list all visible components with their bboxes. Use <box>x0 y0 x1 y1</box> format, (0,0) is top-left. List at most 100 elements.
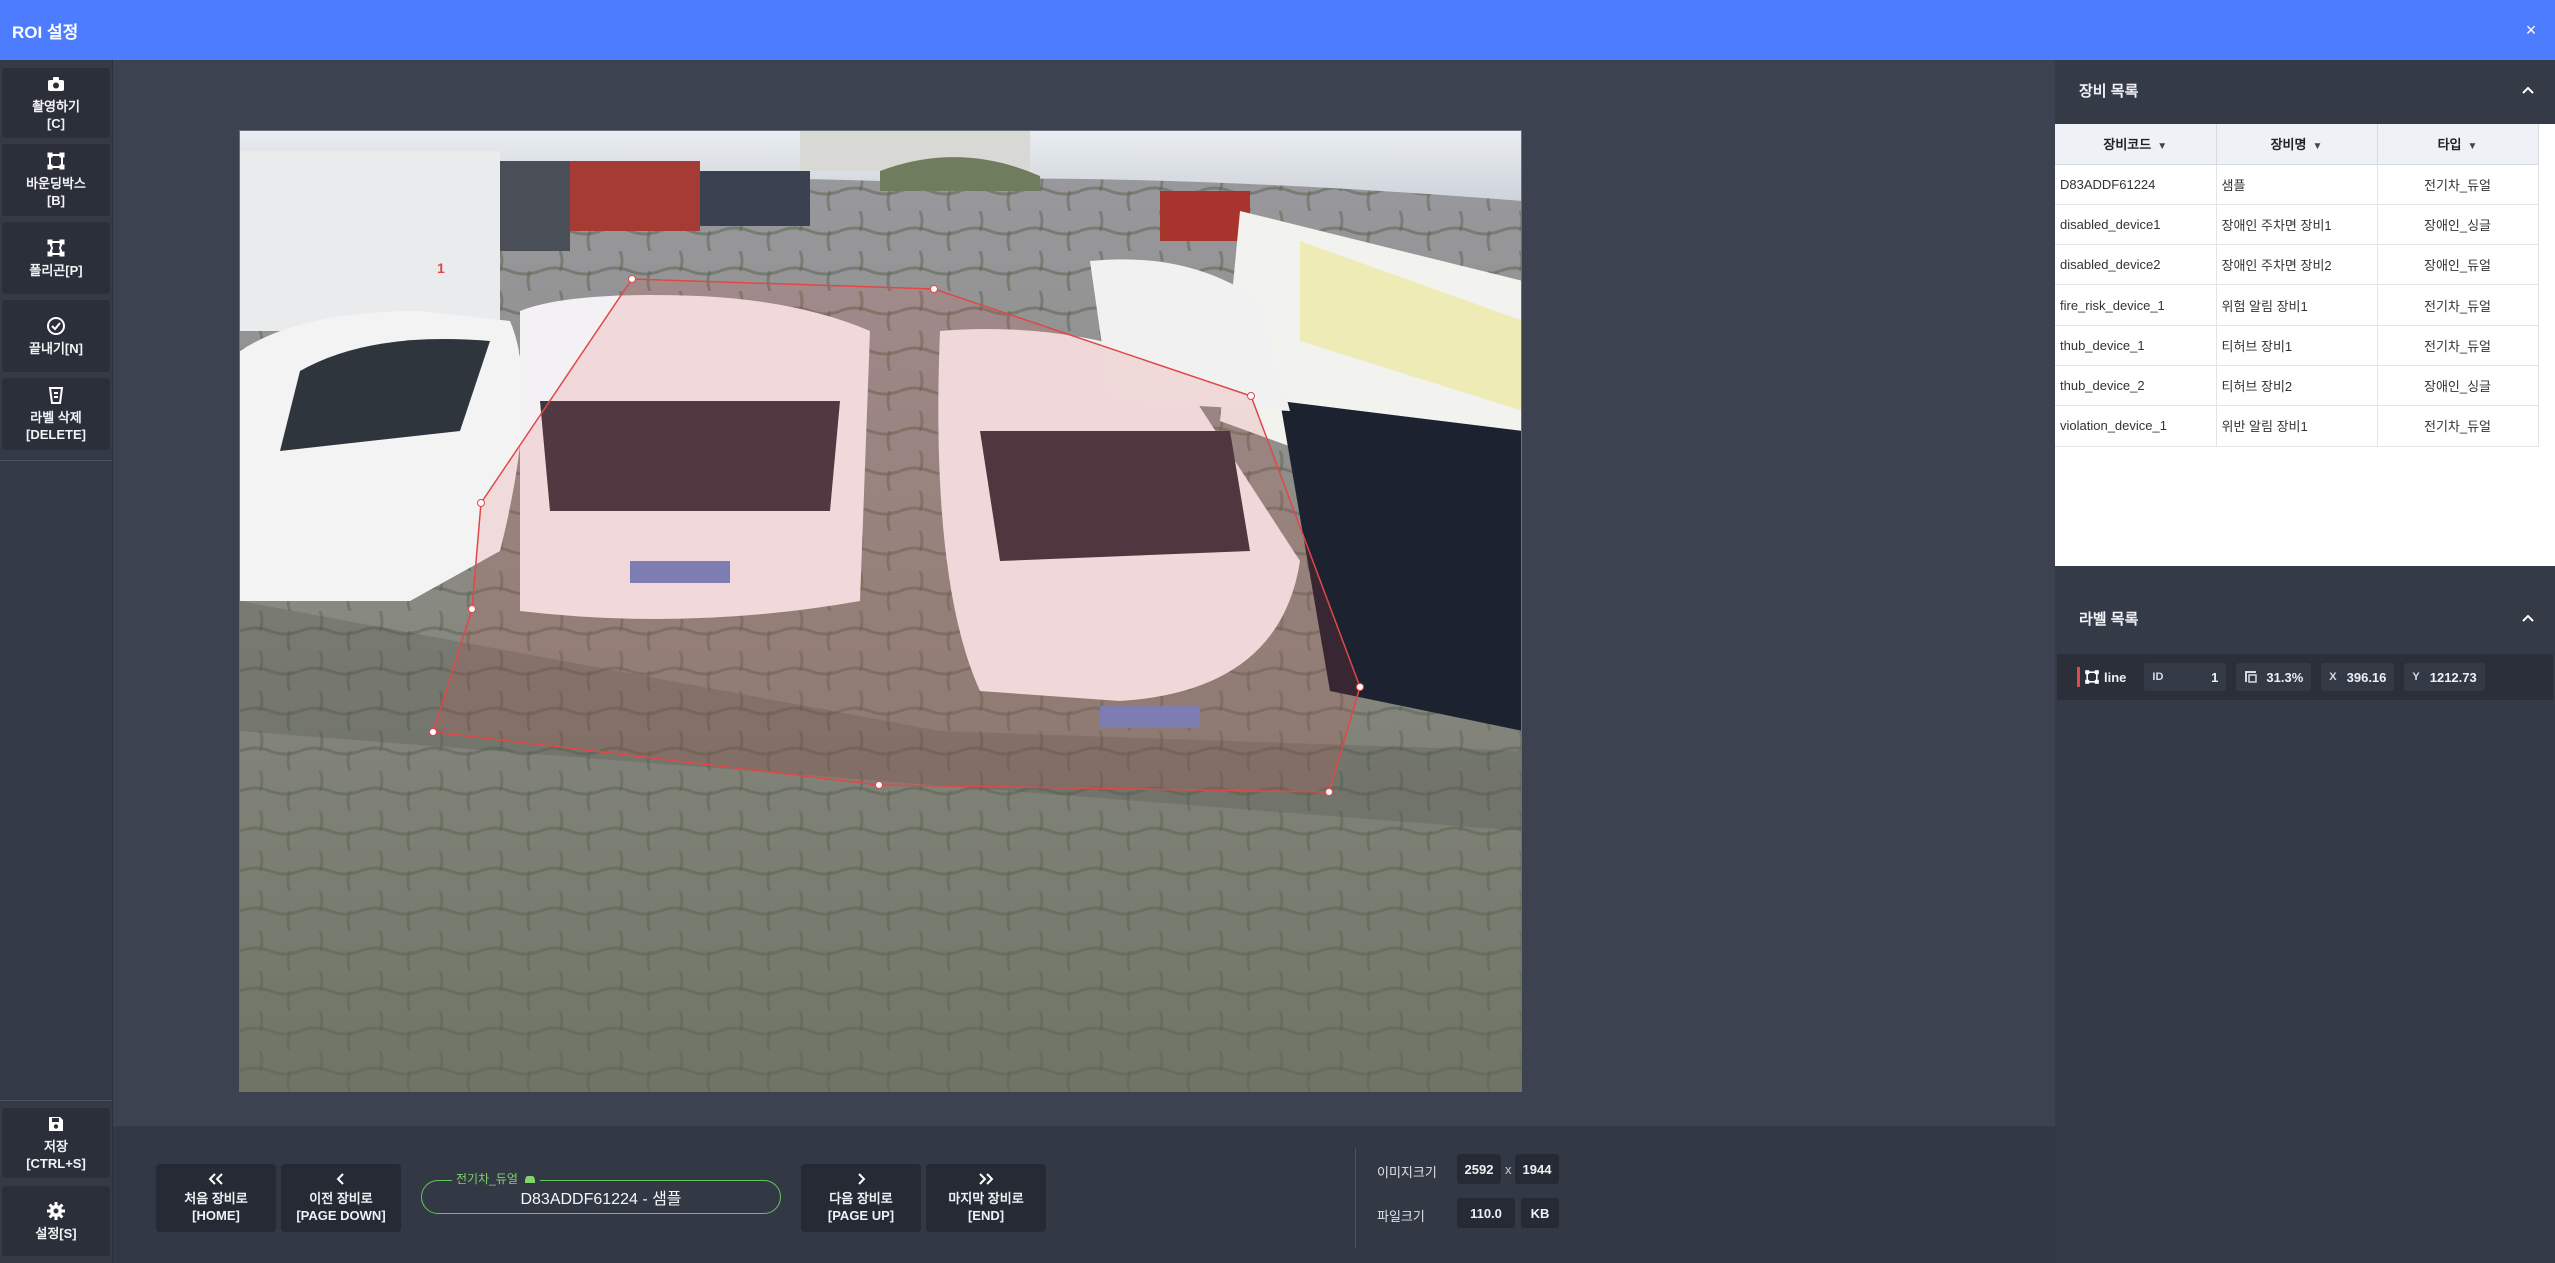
label-x-value: 396.16 <box>2346 669 2387 685</box>
image-size-separator: x <box>1505 1162 1512 1177</box>
polygon-button[interactable]: 폴리곤[P] <box>2 222 110 294</box>
gear-icon <box>47 1201 65 1220</box>
table-row[interactable]: violation_device_1 위반 알림 장비1 전기차_듀얼 <box>2055 405 2539 447</box>
capture-label: 촬영하기 [C] <box>32 99 80 131</box>
parking-lot-scene: 1 <box>240 131 1521 1091</box>
label-ratio-chip: 31.3% <box>2236 663 2312 691</box>
table-row[interactable]: thub_device_1 티허브 장비1 전기차_듀얼 <box>2055 325 2539 366</box>
prev-device-button[interactable]: 이전 장비로 [PAGE DOWN] <box>281 1164 401 1232</box>
sidebar-divider <box>0 1100 112 1101</box>
cell-code: D83ADDF61224 <box>2055 164 2217 205</box>
settings-button[interactable]: 설정[S] <box>2 1186 110 1256</box>
column-header-type-label: 타입 <box>2437 137 2462 153</box>
polygon-icon <box>2085 670 2099 684</box>
annotation-canvas: 1 <box>113 60 2055 1126</box>
table-row[interactable]: fire_risk_device_1 위험 알림 장비1 전기차_듀얼 <box>2055 284 2539 326</box>
first-device-button[interactable]: 처음 장비로 [HOME] <box>156 1164 276 1232</box>
column-header-name[interactable]: 장비명 ▼ <box>2216 124 2378 165</box>
filter-icon[interactable]: ▼ <box>2468 141 2478 152</box>
label-type: line <box>2104 669 2127 685</box>
right-panel: 장비 목록 장비코드 ▼ 장비명 ▼ 타입 ▼ D83ADDF61224 샘플 전기차_듀… <box>2055 60 2555 1263</box>
cell-type: 전기차_듀얼 <box>2377 405 2539 447</box>
title-bar: ROI 설정 × <box>0 0 2555 60</box>
tool-sidebar: 촬영하기 [C] 바운딩박스 [B] 폴리곤[P] 끝내기[N] 라벨 삭제 [… <box>0 60 113 1263</box>
filter-icon[interactable]: ▼ <box>2157 141 2167 152</box>
chevron-left-icon <box>336 1173 344 1185</box>
table-row[interactable]: disabled_device2 장애인 주차면 장비2 장애인_듀얼 <box>2055 244 2539 286</box>
chevron-up-icon[interactable] <box>2521 613 2535 623</box>
device-selector-value: D83ADDF61224 - 샘플 <box>520 1191 682 1208</box>
label-x-chip: X 396.16 <box>2321 663 2395 691</box>
save-button[interactable]: 저장 [CTRL+S] <box>2 1108 110 1178</box>
cell-name: 장애인 주차면 장비2 <box>2216 244 2378 286</box>
image-size-label: 이미지크기 <box>1377 1165 1437 1180</box>
column-header-name-label: 장비명 <box>2270 137 2307 153</box>
camera-image[interactable]: 1 <box>239 130 1522 1092</box>
area-ratio-icon <box>2245 671 2258 683</box>
id-icon: ID <box>2152 671 2164 683</box>
delete-label-button[interactable]: 라벨 삭제 [DELETE] <box>2 378 110 450</box>
file-size-label: 파일크기 <box>1377 1209 1425 1224</box>
device-list-header[interactable]: 장비 목록 <box>2055 60 2555 120</box>
cell-type: 전기차_듀얼 <box>2377 284 2539 326</box>
label-color-bar <box>2077 667 2080 687</box>
label-y-chip: Y 1212.73 <box>2404 663 2485 691</box>
cell-name: 위반 알림 장비1 <box>2216 405 2378 447</box>
cell-type: 전기차_듀얼 <box>2377 164 2539 205</box>
bounding-box-icon <box>47 152 65 170</box>
x-axis-icon: X <box>2329 671 2337 683</box>
cell-name: 위험 알림 장비1 <box>2216 284 2378 326</box>
device-table: 장비코드 ▼ 장비명 ▼ 타입 ▼ D83ADDF61224 샘플 전기차_듀얼 disa… <box>2055 124 2539 447</box>
label-id-value: 1 <box>2211 669 2219 685</box>
finish-button[interactable]: 끝내기[N] <box>2 300 110 372</box>
y-axis-icon: Y <box>2412 671 2420 683</box>
table-row[interactable]: thub_device_2 티허브 장비2 장애인_싱글 <box>2055 365 2539 407</box>
finish-label: 끝내기[N] <box>29 340 83 356</box>
camera-icon <box>48 77 64 91</box>
cell-code: fire_risk_device_1 <box>2055 284 2217 326</box>
bounding-box-label: 바운딩박스 [B] <box>26 176 86 208</box>
label-item[interactable]: line ID 1 31.3% X 396.16 Y 1212.73 <box>2057 654 2553 700</box>
delete-label-icon <box>48 387 64 404</box>
device-type-label: 전기차_듀얼 <box>456 1172 518 1186</box>
settings-label: 설정[S] <box>35 1225 77 1241</box>
save-icon <box>49 1117 63 1131</box>
cell-name: 샘플 <box>2216 164 2378 205</box>
bottom-divider <box>1355 1148 1356 1248</box>
table-row[interactable]: D83ADDF61224 샘플 전기차_듀얼 <box>2055 164 2539 205</box>
column-header-type[interactable]: 타입 ▼ <box>2377 124 2539 165</box>
filter-icon[interactable]: ▼ <box>2312 141 2322 152</box>
last-device-button[interactable]: 마지막 장비로 [END] <box>926 1164 1046 1232</box>
bottom-navigation: 처음 장비로 [HOME] 이전 장비로 [PAGE DOWN] 전기차_듀얼 … <box>113 1126 2055 1263</box>
next-device-button[interactable]: 다음 장비로 [PAGE UP] <box>801 1164 921 1232</box>
table-row[interactable]: disabled_device1 장애인 주차면 장비1 장애인_싱글 <box>2055 204 2539 246</box>
cell-name: 티허브 장비1 <box>2216 325 2378 366</box>
file-size-unit: KB <box>1521 1198 1559 1228</box>
close-icon[interactable]: × <box>2519 20 2543 41</box>
cell-type: 장애인_싱글 <box>2377 365 2539 407</box>
car-icon <box>524 1175 535 1183</box>
column-header-code[interactable]: 장비코드 ▼ <box>2055 124 2217 165</box>
image-height-value: 1944 <box>1515 1154 1559 1184</box>
device-table-container: 장비코드 ▼ 장비명 ▼ 타입 ▼ D83ADDF61224 샘플 전기차_듀얼 disa… <box>2055 124 2555 566</box>
bounding-box-button[interactable]: 바운딩박스 [B] <box>2 144 110 216</box>
check-circle-icon <box>47 316 65 335</box>
device-list-title: 장비 목록 <box>2079 82 2139 100</box>
cell-code: thub_device_2 <box>2055 365 2217 407</box>
label-id-chip: ID 1 <box>2144 663 2227 691</box>
device-type-tag: 전기차_듀얼 <box>452 1170 540 1187</box>
cell-name: 티허브 장비2 <box>2216 365 2378 407</box>
label-list-title: 라벨 목록 <box>2079 610 2139 628</box>
roi-label: 1 <box>437 260 445 276</box>
device-selector[interactable]: 전기차_듀얼 D83ADDF61224 - 샘플 <box>421 1170 781 1214</box>
prev-device-label: 이전 장비로 [PAGE DOWN] <box>296 1191 386 1223</box>
label-list-header[interactable]: 라벨 목록 <box>2055 588 2555 648</box>
sidebar-divider <box>0 460 112 461</box>
chevron-up-icon[interactable] <box>2521 85 2535 95</box>
first-device-label: 처음 장비로 [HOME] <box>184 1191 248 1223</box>
last-device-label: 마지막 장비로 [END] <box>948 1191 1024 1223</box>
cell-code: thub_device_1 <box>2055 325 2217 366</box>
capture-button[interactable]: 촬영하기 [C] <box>2 68 110 138</box>
image-width-value: 2592 <box>1457 1154 1501 1184</box>
column-header-code-label: 장비코드 <box>2103 137 2152 153</box>
